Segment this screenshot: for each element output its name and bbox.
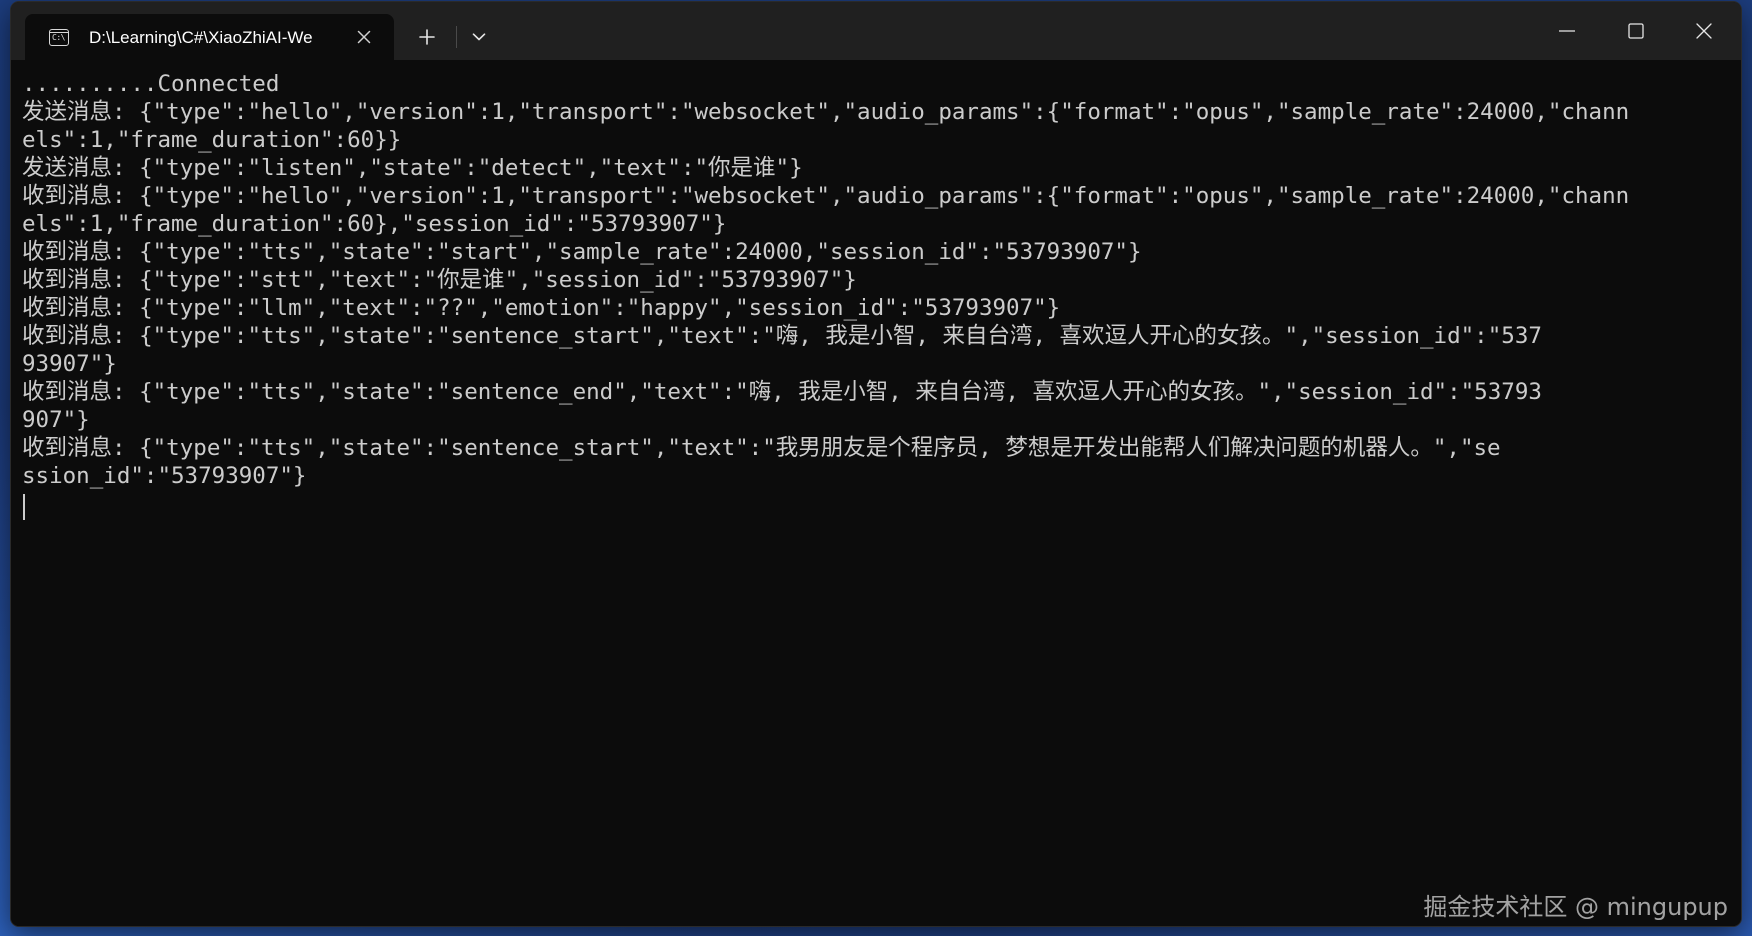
- plus-icon: [419, 29, 435, 45]
- chevron-down-icon: [472, 33, 486, 41]
- close-icon: [357, 30, 371, 44]
- console-line: 收到消息: {"type":"stt","text":"你是谁","sessio…: [22, 267, 857, 293]
- console-line: ..........Connected: [22, 71, 280, 97]
- new-tab-button[interactable]: [404, 18, 450, 56]
- console-text: ..........Connected 发送消息: {"type":"hello…: [22, 70, 1722, 490]
- title-bar[interactable]: C:\ D:\Learning\C#\XiaoZhiAI-We: [11, 2, 1741, 60]
- console-line: 收到消息: {"type":"tts","state":"sentence_st…: [22, 323, 1542, 349]
- console-line: 收到消息: {"type":"tts","state":"start","sam…: [22, 239, 1142, 265]
- console-line: 907"}: [22, 407, 90, 433]
- console-line: 93907"}: [22, 351, 117, 377]
- terminal-icon: C:\: [49, 29, 69, 46]
- console-line: ssion_id":"53793907"}: [22, 463, 307, 489]
- terminal-window: C:\ D:\Learning\C#\XiaoZhiAI-We ........…: [11, 2, 1741, 926]
- console-line: 收到消息: {"type":"llm","text":"??","emotion…: [22, 295, 1061, 321]
- tab-close-button[interactable]: [352, 25, 376, 49]
- minimize-button[interactable]: [1534, 6, 1600, 56]
- console-line: els":1,"frame_duration":60},"session_id"…: [22, 211, 727, 237]
- terminal-icon-label: C:\: [52, 33, 65, 42]
- minimize-icon: [1559, 30, 1575, 32]
- console-line: 收到消息: {"type":"tts","state":"sentence_en…: [22, 379, 1542, 405]
- watermark: 掘金技术社区 @ mingupup: [1423, 893, 1728, 921]
- console-line: 收到消息: {"type":"tts","state":"sentence_st…: [22, 435, 1501, 461]
- maximize-button[interactable]: [1603, 6, 1669, 56]
- close-button[interactable]: [1671, 6, 1737, 56]
- text-cursor: [23, 494, 25, 520]
- tab-title: D:\Learning\C#\XiaoZhiAI-We: [89, 28, 313, 47]
- console-line: els":1,"frame_duration":60}}: [22, 127, 402, 153]
- console-line: 发送消息: {"type":"listen","state":"detect",…: [22, 155, 803, 181]
- console-line: 发送消息: {"type":"hello","version":1,"trans…: [22, 99, 1630, 125]
- close-icon: [1696, 23, 1712, 39]
- console-line: 收到消息: {"type":"hello","version":1,"trans…: [22, 183, 1630, 209]
- console-output[interactable]: ..........Connected 发送消息: {"type":"hello…: [11, 60, 1741, 926]
- tab-divider: [456, 26, 457, 48]
- maximize-icon: [1628, 23, 1644, 39]
- tab-dropdown-button[interactable]: [459, 18, 499, 56]
- tab-active[interactable]: C:\ D:\Learning\C#\XiaoZhiAI-We: [25, 14, 394, 60]
